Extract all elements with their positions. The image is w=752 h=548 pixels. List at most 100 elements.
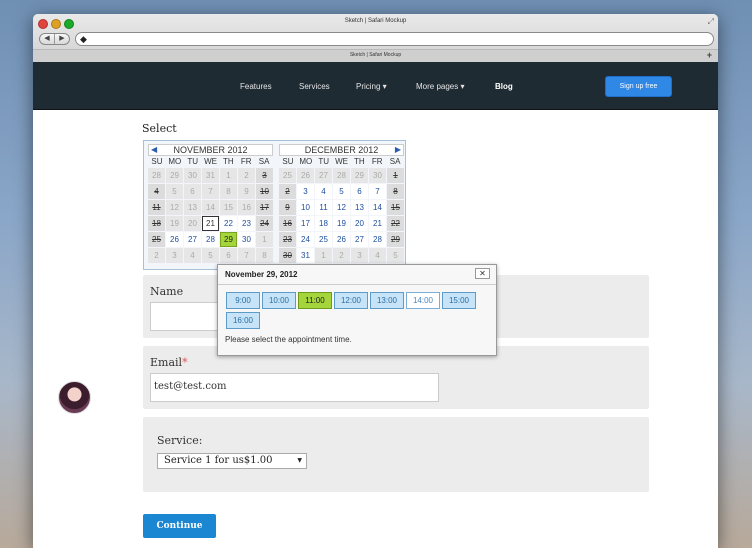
calendar-day: 2 <box>238 168 255 183</box>
required-marker: * <box>182 356 188 369</box>
calendar-day[interactable]: 21 <box>202 216 219 231</box>
address-bar[interactable]: ◆ <box>75 32 714 46</box>
time-slots: 9:00 10:00 11:00 12:00 13:00 14:00 15:00 16:00 <box>226 292 491 329</box>
calendar-day: 8 <box>220 184 237 199</box>
calendar-day[interactable]: 18 <box>315 216 332 231</box>
popup-hint: Please select the appointment time. <box>225 335 352 344</box>
service-selected-value: Service 1 for us$1.00 <box>164 455 273 466</box>
calendar-day: 1 <box>256 232 273 247</box>
calendar-day[interactable]: 4 <box>315 184 332 199</box>
calendar-day: 2 <box>279 184 296 199</box>
month-december: DECEMBER 2012 ▶ SU MO TU WE TH FR SA 25 26 27 28 2… <box>279 144 404 263</box>
window-title: Sketch | Safari Mockup <box>344 18 407 24</box>
service-panel: Service: Service 1 for us$1.00 ▼ <box>143 417 649 492</box>
calendar-day: 26 <box>297 168 314 183</box>
calendar-day[interactable]: 3 <box>297 184 314 199</box>
prev-month-icon[interactable]: ◀ <box>151 145 157 155</box>
weekday-label: MO <box>299 157 313 166</box>
calendar-day[interactable]: 30 <box>238 232 255 247</box>
month-title: NOVEMBER 2012 <box>173 145 248 155</box>
calendar-day: 28 <box>148 168 165 183</box>
calendar-day: 19 <box>166 216 183 231</box>
calendar-day[interactable]: 23 <box>238 216 255 231</box>
calendar-day: 6 <box>184 184 201 199</box>
title-bar: Sketch | Safari Mockup ⤢ ◀ ▶ ◆ Sketch | … <box>33 14 718 62</box>
chevron-down-icon: ▼ <box>297 457 302 464</box>
weekday-label: WE <box>335 157 348 166</box>
calendar-day[interactable]: 21 <box>369 216 386 231</box>
calendar-day[interactable]: 20 <box>351 216 368 231</box>
service-select[interactable]: Service 1 for us$1.00 ▼ <box>157 453 307 469</box>
nav-pricing[interactable]: Pricing ▾ <box>356 82 387 91</box>
time-slot-button[interactable]: 10:00 <box>262 292 296 309</box>
service-label: Service: <box>157 434 203 447</box>
weekday-label: TU <box>318 157 329 166</box>
next-month-icon[interactable]: ▶ <box>395 145 401 155</box>
calendar-day[interactable]: 19 <box>333 216 350 231</box>
nav-blog[interactable]: Blog <box>495 82 513 91</box>
nav-features[interactable]: Features <box>240 82 272 91</box>
calendar-day[interactable]: 26 <box>333 232 350 247</box>
calendar-day: 29 <box>387 232 404 247</box>
calendar-day[interactable]: 11 <box>315 200 332 215</box>
calendar-day: 25 <box>279 168 296 183</box>
calendar-day[interactable]: 22 <box>220 216 237 231</box>
calendar-day: 23 <box>279 232 296 247</box>
email-field[interactable]: test@test.com <box>150 373 439 402</box>
time-slot-button[interactable]: 11:00 <box>298 292 332 309</box>
browser-window: Sketch | Safari Mockup ⤢ ◀ ▶ ◆ Sketch | … <box>33 14 718 548</box>
new-tab-icon[interactable]: + <box>707 50 712 60</box>
calendar-day: 3 <box>166 248 183 263</box>
calendar-day[interactable]: 28 <box>202 232 219 247</box>
calendar-day: 16 <box>238 200 255 215</box>
calendar-day: 8 <box>387 184 404 199</box>
popup-title: November 29, 2012 <box>225 270 298 279</box>
forward-icon[interactable]: ▶ <box>55 34 69 44</box>
calendar-day[interactable]: 28 <box>369 232 386 247</box>
calendar-day[interactable]: 14 <box>369 200 386 215</box>
day-grid: 25 26 27 28 29 30 1 2 3 4 5 6 7 8 9 10 11 12 13 14 15 16 17 18 1… <box>279 168 404 263</box>
calendar-day: 27 <box>315 168 332 183</box>
time-slot-button[interactable]: 15:00 <box>442 292 476 309</box>
calendar-day[interactable]: 7 <box>369 184 386 199</box>
weekday-label: SU <box>282 157 294 166</box>
continue-button[interactable]: Continue <box>143 514 216 538</box>
calendar-day[interactable]: 17 <box>297 216 314 231</box>
calendar-day: 15 <box>220 200 237 215</box>
signup-button[interactable]: Sign up free <box>605 76 672 97</box>
calendar-day[interactable]: 31 <box>297 248 314 263</box>
weekday-label: FR <box>371 157 383 166</box>
nav-services[interactable]: Services <box>299 82 330 91</box>
calendar-day: 17 <box>256 200 273 215</box>
fullscreen-icon[interactable]: ⤢ <box>708 17 714 27</box>
calendar-day: 30 <box>369 168 386 183</box>
site-navbar: Features Services Pricing ▾ More pages ▾… <box>33 62 718 110</box>
calendar-day[interactable]: 12 <box>333 200 350 215</box>
calendar-day[interactable]: 27 <box>351 232 368 247</box>
time-slot-button[interactable]: 16:00 <box>226 312 260 329</box>
calendar-day[interactable]: 13 <box>351 200 368 215</box>
tab-active[interactable]: Sketch | Safari Mockup <box>33 52 718 58</box>
time-slot-button[interactable]: 12:00 <box>334 292 368 309</box>
calendar-day[interactable]: 24 <box>297 232 314 247</box>
calendar-day: 31 <box>202 168 219 183</box>
calendar-day[interactable]: 6 <box>351 184 368 199</box>
time-slot-button[interactable]: 14:00 <box>406 292 440 309</box>
calendar-day[interactable]: 10 <box>297 200 314 215</box>
nav-more-pages[interactable]: More pages ▾ <box>416 82 464 91</box>
calendar-day[interactable]: 26 <box>166 232 183 247</box>
close-icon[interactable]: ✕ <box>475 268 490 279</box>
calendar-day: 30 <box>279 248 296 263</box>
day-grid: 28 29 30 31 1 2 3 4 5 6 7 8 9 10 11 12 13 14 15 16 17 18 19 20 2… <box>148 168 273 263</box>
calendar-day[interactable]: 29 <box>220 232 237 247</box>
back-icon[interactable]: ◀ <box>40 34 55 44</box>
time-slot-button[interactable]: 13:00 <box>370 292 404 309</box>
time-slot-button[interactable]: 9:00 <box>226 292 260 309</box>
calendar-day[interactable]: 25 <box>315 232 332 247</box>
calendar-day[interactable]: 5 <box>333 184 350 199</box>
calendar-day: 11 <box>148 200 165 215</box>
weekday-label: MO <box>168 157 182 166</box>
calendar-day[interactable]: 27 <box>184 232 201 247</box>
calendar-day: 5 <box>202 248 219 263</box>
site-favicon-icon: ◆ <box>80 34 87 44</box>
